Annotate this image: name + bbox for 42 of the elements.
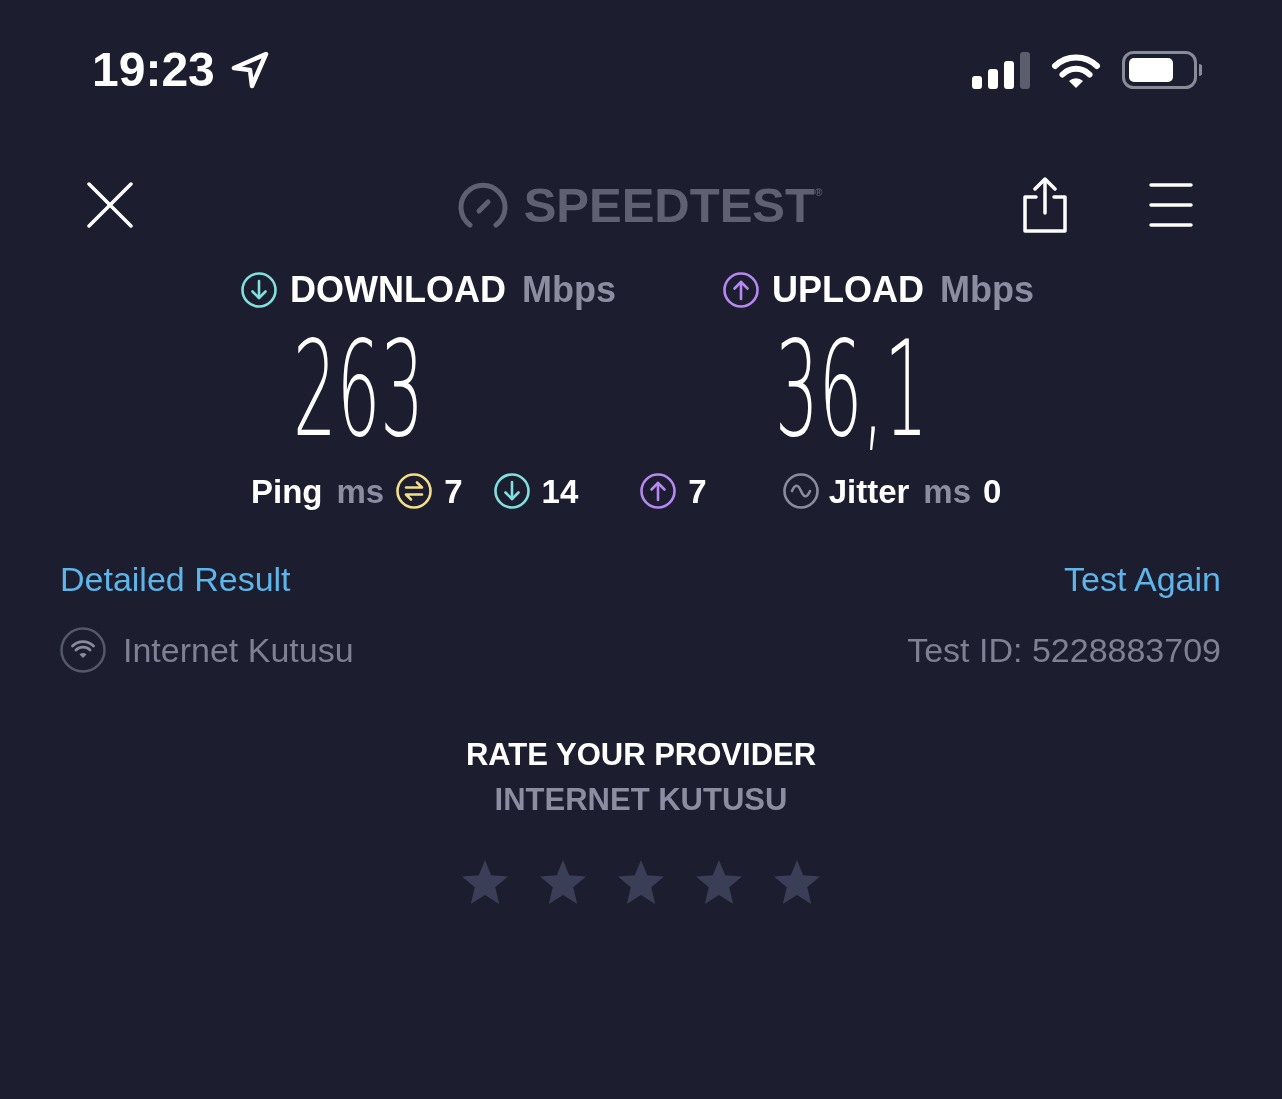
wave-icon <box>782 473 819 509</box>
unit-label: Mbps <box>521 272 616 308</box>
jitter-value: 0 <box>983 474 1002 508</box>
test-id: Test ID: 5228883709 <box>907 633 1221 667</box>
provider-name: Internet Kutusu <box>123 633 354 667</box>
clock-time: 19:23 <box>92 46 215 94</box>
ping-value: 14 <box>541 474 579 508</box>
upload-speed: 36,1 <box>775 323 928 455</box>
logo-text: SPEEDTEST$^{®}$ <box>523 180 823 230</box>
unit-label: Mbps <box>940 272 1034 308</box>
provider-title: INTERNET KUTUSU <box>494 784 788 815</box>
close-button[interactable] <box>87 182 133 228</box>
upload-label: UPLOAD <box>772 272 924 308</box>
wifi-icon <box>60 627 106 673</box>
unit-label: ms <box>336 474 385 508</box>
signal-icon <box>972 51 1030 89</box>
ping-value: 7 <box>688 474 707 508</box>
arrow-up-icon <box>723 272 759 308</box>
detailed-result-link[interactable]: Detailed Result <box>60 562 291 596</box>
share-button[interactable] <box>1023 177 1067 233</box>
arrow-up-icon <box>640 473 677 509</box>
gauge-icon <box>457 181 508 229</box>
download-speed: 263 <box>293 323 424 455</box>
rating-title: RATE YOUR PROVIDER <box>465 739 817 770</box>
download-label: DOWNLOAD <box>290 272 506 308</box>
unit-label: ms <box>923 474 972 508</box>
location-arrow-icon <box>230 51 269 89</box>
star-button[interactable] <box>773 859 821 905</box>
star-button[interactable] <box>695 859 743 905</box>
ping-value: 7 <box>444 474 463 508</box>
menu-button[interactable] <box>1149 182 1193 228</box>
wifi-icon <box>1050 51 1102 89</box>
jitter-label: Jitter <box>828 474 910 508</box>
star-button[interactable] <box>461 859 509 905</box>
arrow-down-icon <box>493 473 530 509</box>
battery-icon <box>1122 51 1202 89</box>
test-again-link[interactable]: Test Again <box>1064 562 1221 596</box>
star-button[interactable] <box>539 859 587 905</box>
arrow-down-icon <box>241 272 277 308</box>
swap-arrows-icon <box>396 473 433 509</box>
star-button[interactable] <box>617 859 665 905</box>
ping-label: Ping <box>251 474 323 508</box>
